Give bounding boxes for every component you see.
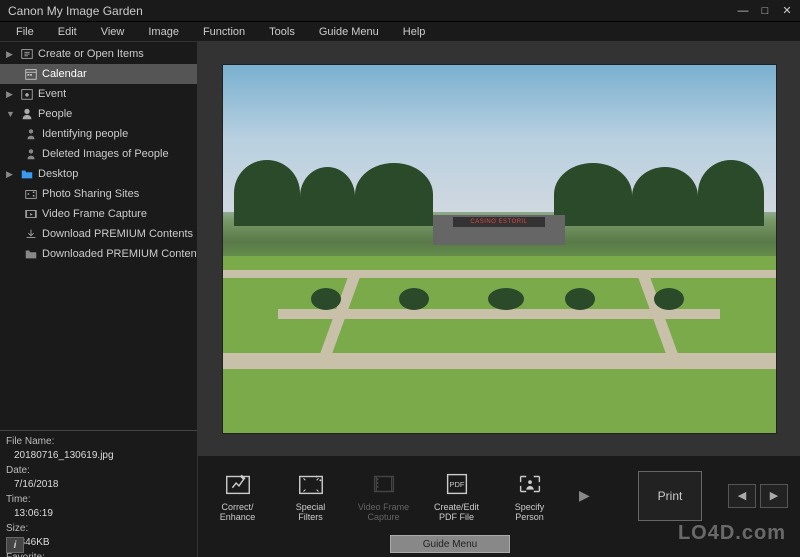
info-button[interactable]: i (6, 537, 24, 553)
info-favorite-label: Favorite: (6, 551, 191, 557)
info-time: 13:06:19 (6, 507, 191, 521)
window-title: Canon My Image Garden (6, 4, 736, 18)
tree-item-label: Downloaded PREMIUM Contents (42, 248, 197, 260)
tool-vframe: Video FrameCapture (356, 469, 411, 523)
info-filename: 20180716_130619.jpg (6, 449, 191, 463)
maximize-button[interactable]: □ (758, 4, 772, 18)
titlebar: Canon My Image Garden — □ ✕ (0, 0, 800, 22)
prev-button[interactable]: ◀ (728, 484, 756, 508)
svg-text:PDF: PDF (449, 479, 464, 488)
tool-label: Create/EditPDF File (434, 503, 479, 523)
toolbar-more-arrow[interactable]: ▶ (579, 487, 590, 504)
tree: ▶ Create or Open Items Calendar ▶ Event ▼ Peop… (0, 42, 197, 430)
tool-filters[interactable]: SpecialFilters (283, 469, 338, 523)
building-sign: CASINO ESTORIL (453, 217, 546, 227)
tree-item-label: Download PREMIUM Contents (42, 228, 193, 240)
tree-item-label: Create or Open Items (38, 48, 144, 60)
menu-file[interactable]: File (4, 24, 46, 40)
people-icon (20, 107, 34, 121)
menubar: File Edit View Image Function Tools Guid… (0, 22, 800, 42)
guide-menu-button[interactable]: Guide Menu (390, 535, 510, 553)
info-size: 7846KB (6, 536, 191, 550)
menu-help[interactable]: Help (391, 24, 438, 40)
menu-tools[interactable]: Tools (257, 24, 307, 40)
tree-item-label: Event (38, 88, 66, 100)
menu-edit[interactable]: Edit (46, 24, 89, 40)
info-size-label: Size: (6, 522, 191, 536)
tree-arrow-icon: ▼ (6, 109, 16, 119)
menu-guide[interactable]: Guide Menu (307, 24, 391, 40)
tree-item-person[interactable]: Deleted Images of People (0, 144, 197, 164)
building: CASINO ESTORIL (433, 215, 566, 244)
tool-label: SpecialFilters (296, 503, 326, 523)
create-icon (20, 47, 34, 61)
tree-item-create[interactable]: ▶ Create or Open Items (0, 44, 197, 64)
person-icon (24, 127, 38, 141)
tool-correct[interactable]: Correct/Enhance (210, 469, 265, 523)
close-button[interactable]: ✕ (780, 4, 794, 18)
folder2-icon (24, 247, 38, 261)
tool-label: Video FrameCapture (358, 503, 409, 523)
filters-icon (294, 469, 328, 499)
tree-arrow-icon: ▶ (6, 169, 16, 180)
info-date-label: Date: (6, 464, 191, 478)
tree-item-people[interactable]: ▼ People (0, 104, 197, 124)
share-icon (24, 187, 38, 201)
tree-item-folder2[interactable]: Downloaded PREMIUM Contents (0, 244, 197, 264)
main-area: CASINO ESTORIL (198, 42, 800, 557)
tree-item-folder[interactable]: ▶ Desktop (0, 164, 197, 184)
tree-item-download[interactable]: Download PREMIUM Contents (0, 224, 197, 244)
tree-arrow-icon: ▶ (6, 89, 16, 100)
info-time-label: Time: (6, 493, 191, 507)
tool-label: Correct/Enhance (220, 503, 256, 523)
tree-item-calendar[interactable]: Calendar (0, 64, 197, 84)
vframe-icon (367, 469, 401, 499)
info-filename-label: File Name: (6, 435, 191, 449)
image-content: CASINO ESTORIL (222, 64, 777, 434)
info-panel: File Name:20180716_130619.jpg Date:7/16/… (0, 430, 197, 535)
menu-view[interactable]: View (89, 24, 137, 40)
tree-item-label: People (38, 108, 72, 120)
tree-arrow-icon: ▶ (6, 49, 16, 60)
tree-item-person[interactable]: Identifying people (0, 124, 197, 144)
folder-icon (20, 167, 34, 181)
tree-item-video[interactable]: Video Frame Capture (0, 204, 197, 224)
video-icon (24, 207, 38, 221)
specify-icon (513, 469, 547, 499)
event-icon (20, 87, 34, 101)
tree-item-label: Photo Sharing Sites (42, 188, 139, 200)
minimize-button[interactable]: — (736, 4, 750, 18)
info-date: 7/16/2018 (6, 478, 191, 492)
tree-item-label: Identifying people (42, 128, 128, 140)
tree-item-label: Deleted Images of People (42, 148, 169, 160)
tool-specify[interactable]: SpecifyPerson (502, 469, 557, 523)
tree-item-label: Desktop (38, 168, 78, 180)
pdf-icon: PDF (440, 469, 474, 499)
tool-label: SpecifyPerson (515, 503, 545, 523)
menu-function[interactable]: Function (191, 24, 257, 40)
image-viewer[interactable]: CASINO ESTORIL (198, 42, 800, 455)
tool-pdf[interactable]: PDF Create/EditPDF File (429, 469, 484, 523)
menu-image[interactable]: Image (136, 24, 191, 40)
sidebar: ▶ Create or Open Items Calendar ▶ Event ▼ Peop… (0, 42, 198, 557)
person-icon (24, 147, 38, 161)
calendar-icon (24, 67, 38, 81)
tree-item-share[interactable]: Photo Sharing Sites (0, 184, 197, 204)
tree-item-label: Calendar (42, 68, 87, 80)
bottom-toolbar: Correct/Enhance SpecialFilters Video Frame… (198, 455, 800, 535)
print-button[interactable]: Print (638, 471, 702, 521)
tree-item-event[interactable]: ▶ Event (0, 84, 197, 104)
correct-icon (221, 469, 255, 499)
tree-item-label: Video Frame Capture (42, 208, 147, 220)
download-icon (24, 227, 38, 241)
next-button[interactable]: ▶ (760, 484, 788, 508)
